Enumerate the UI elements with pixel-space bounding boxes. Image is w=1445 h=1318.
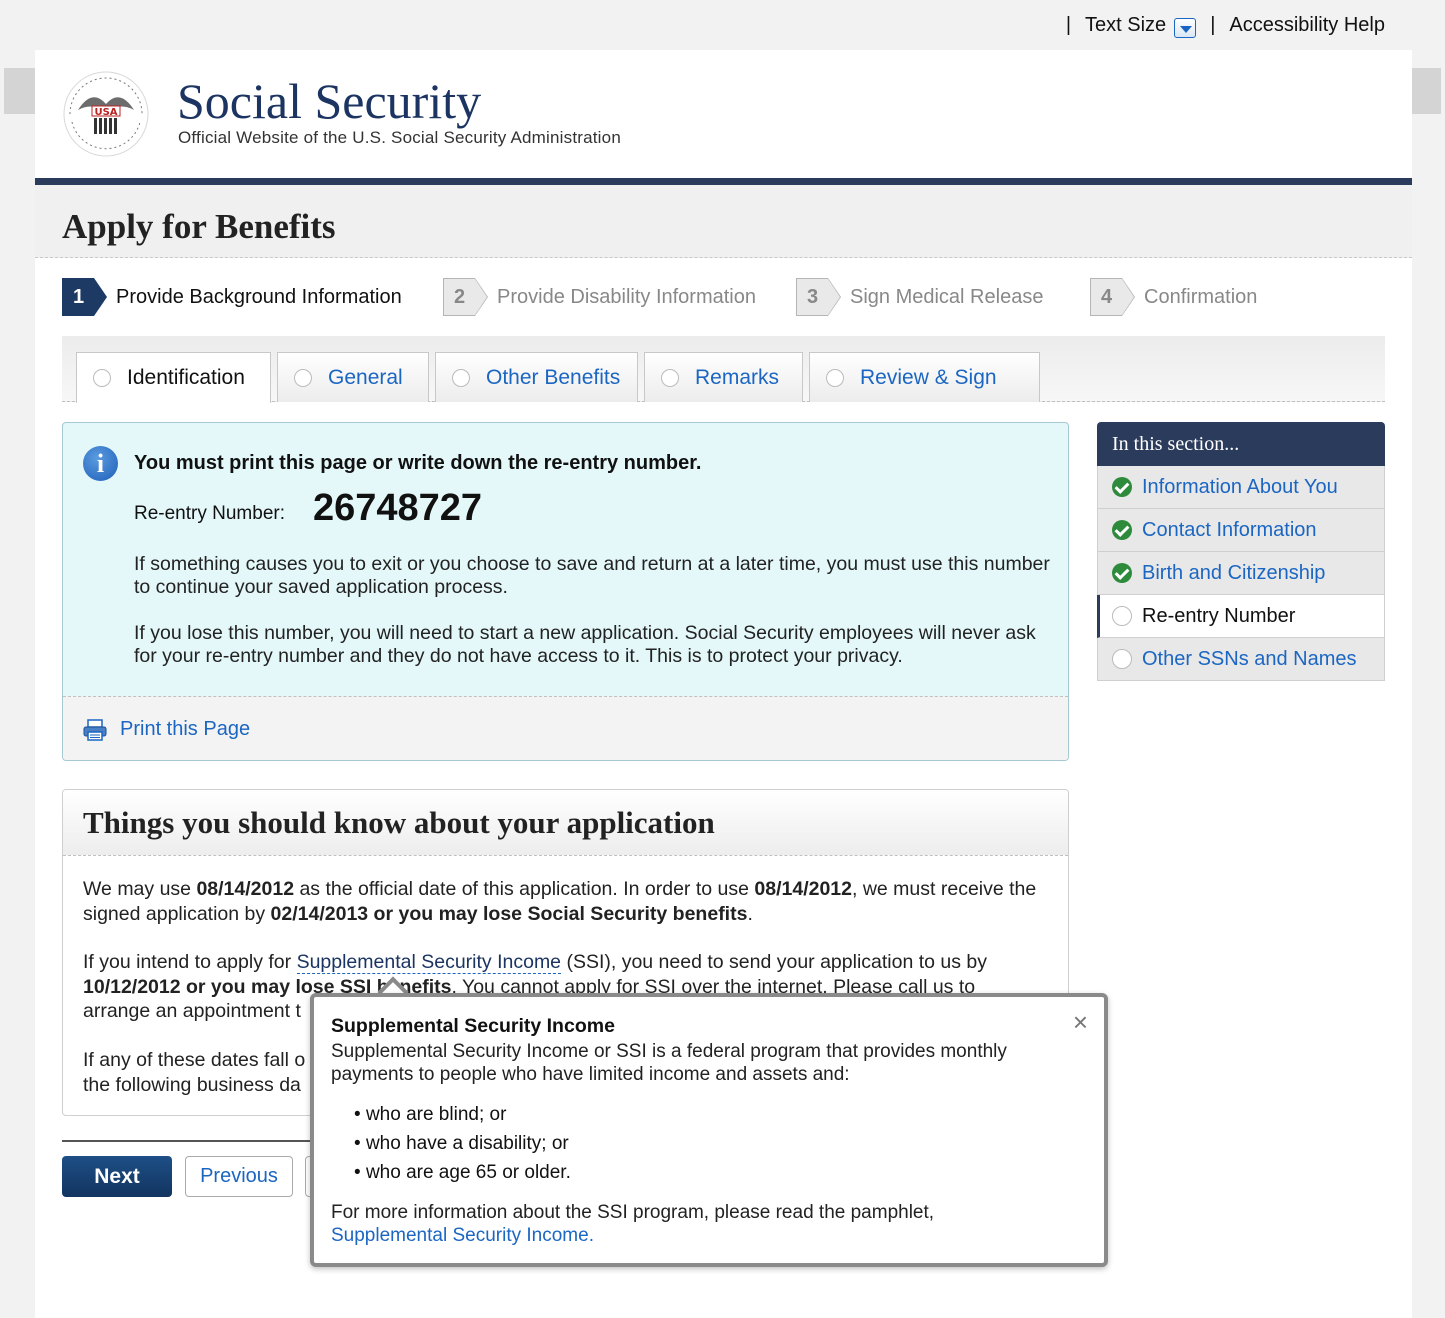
info-paragraph: If something causes you to exit or you c… xyxy=(134,553,1050,598)
radio-icon xyxy=(1112,606,1132,626)
official-date-paragraph: We may use 08/14/2012 as the official da… xyxy=(83,877,1053,926)
step-number: 1 xyxy=(62,278,107,316)
reentry-label: Re-entry Number: xyxy=(134,503,285,524)
text: . xyxy=(747,902,753,925)
step-number: 4 xyxy=(1090,278,1135,316)
nav-divider xyxy=(62,1140,322,1142)
tab-other-benefits[interactable]: Other Benefits xyxy=(435,352,638,402)
info-footer: Print this Page xyxy=(63,696,1068,760)
official-date: 08/14/2012 xyxy=(196,878,295,900)
tab-label: Identification xyxy=(127,366,245,389)
radio-icon xyxy=(452,368,470,387)
tab-label: General xyxy=(328,365,403,389)
close-icon[interactable]: × xyxy=(1073,1007,1088,1038)
sidebar-item-birth-citizenship[interactable]: Birth and Citizenship xyxy=(1097,552,1385,595)
check-circle-icon xyxy=(1112,563,1132,583)
accessibility-help-link[interactable]: Accessibility Help xyxy=(1229,14,1385,37)
previous-button[interactable]: Previous xyxy=(185,1156,293,1197)
sidebar-item-label: Information About You xyxy=(1142,475,1338,498)
ssi-pamphlet-link[interactable]: Supplemental Security Income. xyxy=(331,1225,594,1246)
ssa-seal-logo[interactable]: USA xyxy=(62,70,150,158)
chevron-down-icon[interactable] xyxy=(1174,17,1197,38)
ssi-definition-popup: × Supplemental Security Income Supplemen… xyxy=(310,993,1108,1267)
popup-description: Supplemental Security Income or SSI is a… xyxy=(331,1041,1007,1085)
tab-label: Remarks xyxy=(695,365,780,389)
list-item: who are age 65 or older. xyxy=(354,1158,571,1187)
step-2: 2 Provide Disability Information xyxy=(443,278,756,316)
step-4: 4 Confirmation xyxy=(1090,278,1257,316)
text: For more information about the SSI progr… xyxy=(331,1202,935,1223)
info-paragraph: If you lose this number, you will need t… xyxy=(134,622,1036,667)
ssi-term-link[interactable]: Supplemental Security Income xyxy=(296,951,562,974)
step-number: 3 xyxy=(796,278,841,316)
sidebar-item-label: Birth and Citizenship xyxy=(1142,561,1326,584)
print-page-link[interactable]: Print this Page xyxy=(120,718,250,741)
radio-icon xyxy=(661,368,679,387)
sidebar-item-label: Other SSNs and Names xyxy=(1142,647,1357,670)
step-label: Confirmation xyxy=(1144,285,1258,308)
next-button[interactable]: Next xyxy=(62,1156,172,1197)
utility-separator: | xyxy=(1065,14,1072,36)
text-size-label: Text Size xyxy=(1085,14,1167,36)
check-circle-icon xyxy=(1112,520,1132,540)
sidebar-item-contact-information[interactable]: Contact Information xyxy=(1097,509,1385,552)
deadline-warning: 02/14/2013 or you may lose Social Securi… xyxy=(270,902,748,925)
radio-icon xyxy=(93,369,111,387)
info-heading: You must print this page or write down t… xyxy=(134,452,702,474)
popup-title: Supplemental Security Income xyxy=(331,1015,615,1037)
text: as the official date of this application… xyxy=(294,878,755,900)
radio-icon xyxy=(1112,649,1132,669)
step-label: Provide Disability Information xyxy=(497,285,756,308)
things-title: Things you should know about your applic… xyxy=(83,805,715,840)
utility-bar: | Text Size | Accessibility Help xyxy=(1052,14,1385,38)
check-circle-icon xyxy=(1112,477,1132,497)
sidebar-item-reentry-number: Re-entry Number xyxy=(1097,595,1385,638)
tab-label: Other Benefits xyxy=(486,365,621,389)
things-header: Things you should know about your applic… xyxy=(63,790,1068,856)
reentry-number: 26748727 xyxy=(313,487,483,529)
popup-list: who are blind; or who have a disability;… xyxy=(354,1100,571,1187)
sidebar-item-other-ssns[interactable]: Other SSNs and Names xyxy=(1097,638,1385,681)
list-item: who are blind; or xyxy=(354,1100,571,1129)
header-divider xyxy=(35,178,1412,185)
section-sidebar: In this section... Information About You… xyxy=(1097,422,1385,681)
official-date: 08/14/2012 xyxy=(754,878,852,900)
radio-icon xyxy=(294,368,312,387)
text: We may use xyxy=(83,878,197,900)
page-title: Apply for Benefits xyxy=(62,207,336,246)
sidebar-item-label: Re-entry Number xyxy=(1142,604,1296,627)
list-item: who have a disability; or xyxy=(354,1129,571,1158)
text: the following business da xyxy=(83,1073,301,1096)
printer-icon[interactable] xyxy=(83,719,107,741)
text: arrange an appointment t xyxy=(83,1000,301,1022)
step-3: 3 Sign Medical Release xyxy=(796,278,1043,316)
tab-general[interactable]: General xyxy=(277,352,429,402)
site-subtitle: Official Website of the U.S. Social Secu… xyxy=(178,128,621,147)
step-label: Provide Background Information xyxy=(116,285,402,308)
sidebar-heading: In this section... xyxy=(1097,422,1385,466)
step-label: Sign Medical Release xyxy=(850,285,1044,308)
sidebar-item-label: Contact Information xyxy=(1142,518,1317,541)
step-1: 1 Provide Background Information xyxy=(62,278,402,316)
tab-remarks[interactable]: Remarks xyxy=(644,352,803,402)
popup-more-info: For more information about the SSI progr… xyxy=(331,1201,1071,1247)
sidebar-item-information-about-you[interactable]: Information About You xyxy=(1097,466,1385,509)
text: If you intend to apply for xyxy=(83,951,297,973)
step-number: 2 xyxy=(443,278,488,316)
tab-label: Review & Sign xyxy=(860,365,997,389)
text: If any of these dates fall o xyxy=(83,1049,306,1071)
svg-text:USA: USA xyxy=(94,107,117,118)
reentry-info-box: i You must print this page or write down… xyxy=(62,422,1069,761)
text: (SSI), you need to send your application… xyxy=(561,951,988,973)
site-title[interactable]: Social Security xyxy=(177,76,481,126)
info-icon: i xyxy=(83,446,118,481)
utility-separator: | xyxy=(1210,14,1216,36)
tab-identification[interactable]: Identification xyxy=(76,352,271,403)
radio-icon xyxy=(826,368,844,387)
tab-review-sign[interactable]: Review & Sign xyxy=(809,352,1040,402)
